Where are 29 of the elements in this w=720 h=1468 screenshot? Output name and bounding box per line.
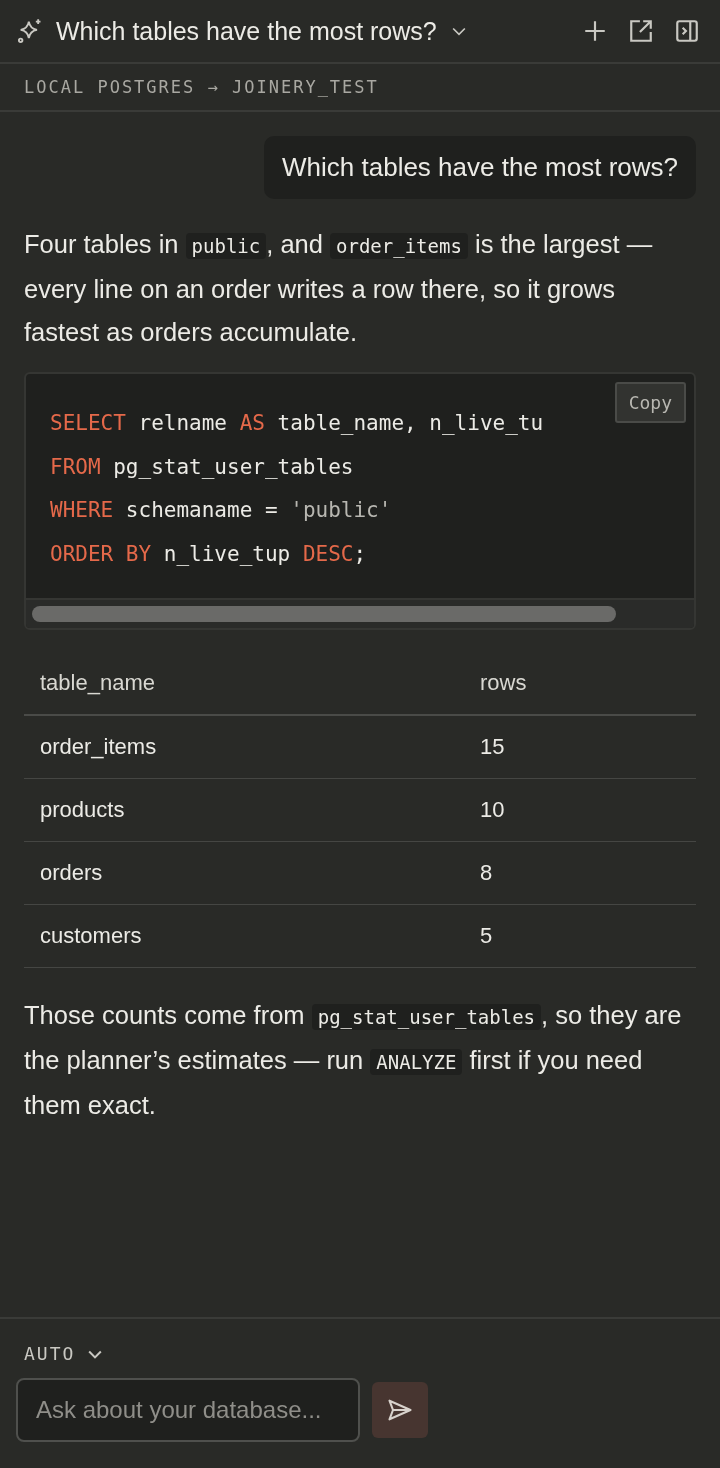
mode-dropdown[interactable]: AUTO bbox=[16, 1343, 114, 1364]
sidebar-icon bbox=[674, 18, 700, 44]
table-cell: products bbox=[24, 779, 464, 842]
plus-icon bbox=[582, 18, 608, 44]
table-cell: 5 bbox=[464, 905, 696, 968]
column-header: rows bbox=[464, 652, 696, 716]
answer-text: Four tables in public , and order_items is the largest — every line on an order writes a row there, so it grows fastest as orders accumulate. bbox=[24, 229, 654, 348]
external-link-icon bbox=[628, 18, 654, 44]
copy-button[interactable]: Copy bbox=[614, 382, 686, 423]
table-cell: 15 bbox=[464, 716, 696, 779]
column-header: table_name bbox=[24, 652, 464, 716]
send-button[interactable] bbox=[372, 1382, 428, 1438]
code-line: ORDER BY n_live_tup DESC; bbox=[50, 540, 367, 568]
connection-label: LOCAL POSTGRES → JOINERY_TEST bbox=[24, 77, 379, 97]
table-cell: customers bbox=[24, 905, 464, 968]
code-line: SELECT relname AS table_name, n_live_tu bbox=[50, 410, 544, 437]
code-line: FROM pg_stat_user_tables bbox=[50, 453, 354, 481]
message-input[interactable]: Ask about your database... bbox=[16, 1378, 360, 1442]
user-message: Which tables have the most rows? bbox=[264, 136, 696, 199]
sparkle-icon bbox=[16, 17, 44, 45]
code-line: WHERE schemaname = 'public' bbox=[50, 497, 392, 524]
scrollbar[interactable] bbox=[26, 598, 694, 628]
scroll-thumb[interactable] bbox=[32, 606, 616, 622]
chat-title: Which tables have the most rows? bbox=[56, 16, 437, 46]
answer-text: Those counts come from pg_stat_user_tables , so they are the planner’s estimates — run ANALYZE first if you need them exact. bbox=[24, 1000, 683, 1121]
table-cell: orders bbox=[24, 842, 464, 905]
table-cell: 10 bbox=[464, 779, 696, 842]
table-cell: 8 bbox=[464, 842, 696, 905]
table-cell: order_items bbox=[24, 716, 464, 779]
